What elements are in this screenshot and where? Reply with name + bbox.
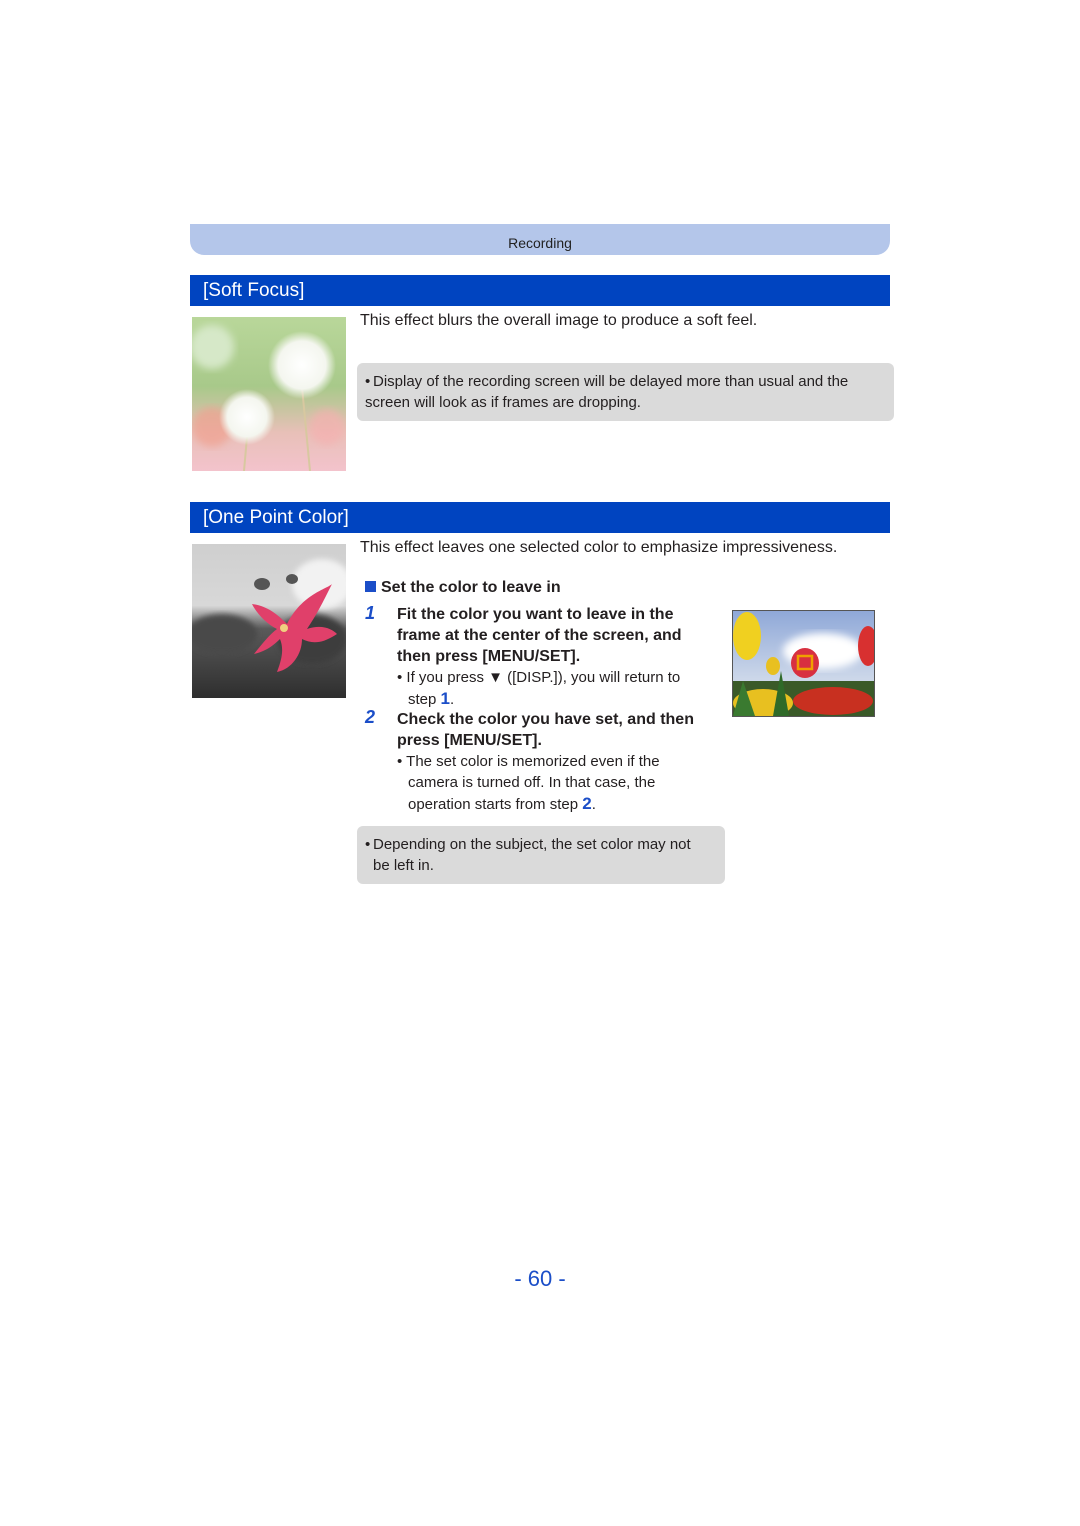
camera-screen-photo — [732, 610, 875, 717]
bullet: • — [365, 373, 371, 390]
step-2-bullet-text: The set color is memorized even if the — [406, 753, 660, 770]
soft-focus-description: This effect blurs the overall image to p… — [360, 312, 758, 329]
bullet: • — [365, 836, 371, 853]
section-title-soft-focus: [Soft Focus] — [190, 275, 890, 306]
step-1-bullet: • If you press ▼ ([DISP.]), you will ret… — [397, 667, 680, 710]
step-1-line: Fit the color you want to leave in the — [397, 606, 674, 623]
subheading-text: Set the color to leave in — [381, 579, 561, 596]
step-1-text: Fit the color you want to leave in the f… — [397, 604, 682, 667]
note-text: be left in. — [373, 857, 434, 874]
step-2-bullet-text: operation starts from step — [408, 796, 583, 813]
one-point-color-photo — [192, 544, 346, 698]
square-bullet-icon — [365, 581, 376, 592]
step-2-text: Check the color you have set, and then p… — [397, 709, 694, 751]
soft-focus-photo — [192, 317, 346, 471]
step-number-2: 2 — [365, 707, 376, 727]
step-2-bullet-text: . — [591, 796, 596, 813]
step-1-bullet-text: step — [408, 691, 441, 708]
step-2-line: press [MENU/SET]. — [397, 732, 542, 749]
bullet: • — [397, 753, 407, 770]
section-title-one-point-color: [One Point Color] — [190, 502, 890, 533]
subheading: Set the color to leave in — [365, 579, 561, 597]
chapter-header: Recording — [190, 224, 890, 255]
step-1-bullet-text: . — [450, 691, 455, 708]
note-text: Depending on the subject, the set color … — [373, 836, 691, 853]
step-2-bullet-text: camera is turned off. In that case, the — [408, 774, 656, 791]
step-1-bullet-text: If you press ▼ ([DISP.]), you will retur… — [406, 669, 681, 686]
step-2-line: Check the color you have set, and then — [397, 711, 694, 728]
bullet: • — [397, 669, 407, 686]
step-2-bullet: • The set color is memorized even if the… — [397, 751, 660, 815]
soft-focus-note: • Display of the recording screen will be… — [357, 363, 894, 421]
step-1-line: then press [MENU/SET]. — [397, 648, 581, 665]
step-1-line: frame at the center of the screen, and — [397, 627, 682, 644]
soft-focus-note-text: Display of the recording screen will be … — [365, 373, 849, 411]
page-number: - 60 - — [514, 1266, 566, 1291]
step-number-1: 1 — [365, 603, 376, 623]
one-point-color-note: • Depending on the subject, the set color… — [357, 826, 725, 884]
hibiscus-image-icon — [192, 544, 346, 698]
one-point-color-description: This effect leaves one selected color to… — [360, 539, 838, 556]
chapter-title: Recording — [508, 235, 572, 251]
step-reference: 2 — [582, 794, 592, 813]
tulips-image-icon — [733, 611, 874, 716]
step-reference: 1 — [440, 689, 450, 708]
dandelion-image-icon — [192, 317, 346, 471]
